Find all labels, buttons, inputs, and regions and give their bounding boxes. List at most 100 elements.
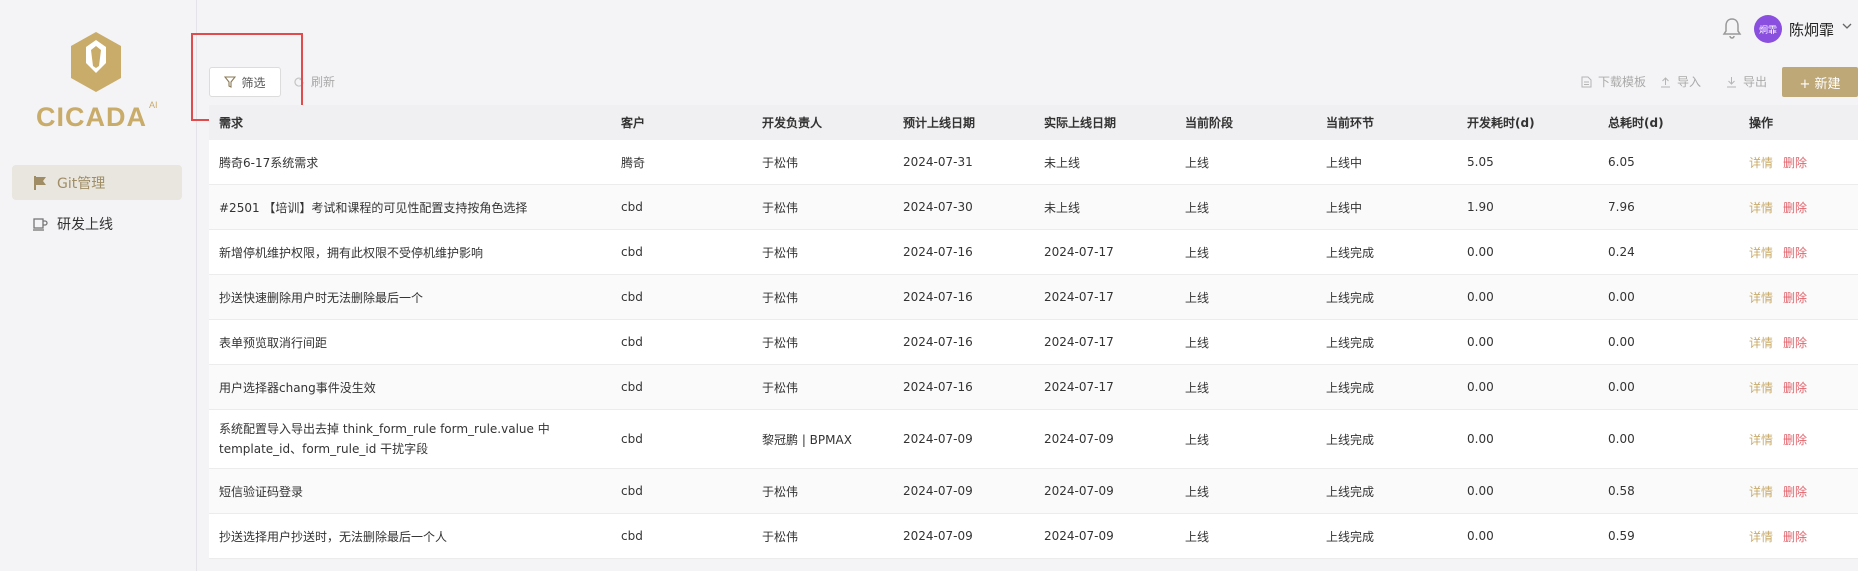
requirement-cell: 抄送快速删除用户时无法删除最后一个 — [219, 290, 424, 305]
column-header[interactable]: 开发负责人 — [752, 114, 893, 131]
table-row[interactable]: 腾奇6-17系统需求 腾奇 于松伟 2024-07-31 未上线 上线 上线中 5.05 6.0… — [209, 140, 1858, 185]
detail-link[interactable]: 详情 — [1749, 485, 1773, 499]
actions-cell: 详情 删除 — [1739, 528, 1839, 545]
dev-time-cell: 0.00 — [1467, 380, 1494, 394]
delete-link[interactable]: 删除 — [1783, 381, 1807, 395]
refresh-label: 刷新 — [311, 75, 336, 89]
column-header[interactable]: 总耗时(d) — [1598, 114, 1739, 131]
column-header: 操作 — [1749, 116, 1774, 130]
column-header[interactable]: 当前阶段 — [1175, 114, 1316, 131]
detail-link[interactable]: 详情 — [1749, 336, 1773, 350]
bell-icon[interactable] — [1722, 17, 1742, 39]
avatar[interactable]: 炯霏 — [1754, 15, 1782, 43]
cicada-logo: CICADA AI — [36, 30, 166, 132]
table-row[interactable]: #2501 【培训】考试和课程的可见性配置支持按角色选择 cbd 于松伟 2024-0… — [209, 185, 1858, 230]
client-cell: cbd — [621, 200, 643, 214]
actions-cell: 详情 删除 — [1739, 244, 1839, 261]
client-cell: cbd — [621, 335, 643, 349]
column-header[interactable]: 预计上线日期 — [893, 114, 1034, 131]
export-button[interactable]: 导出 — [1726, 73, 1767, 90]
actual-date-cell: 2024-07-17 — [1044, 380, 1114, 394]
stage-cell: 上线 — [1185, 432, 1210, 447]
detail-link[interactable]: 详情 — [1749, 530, 1773, 544]
stage-cell: 上线 — [1185, 200, 1210, 215]
planned-date-cell: 2024-07-09 — [903, 432, 973, 446]
detail-link[interactable]: 详情 — [1749, 156, 1773, 170]
column-header[interactable]: 实际上线日期 — [1034, 114, 1175, 131]
requirement-cell: #2501 【培训】考试和课程的可见性配置支持按角色选择 — [219, 200, 528, 215]
detail-link[interactable]: 详情 — [1749, 433, 1773, 447]
logo-ai-badge: AI — [149, 100, 158, 110]
stage-cell: 上线 — [1185, 155, 1210, 170]
delete-link[interactable]: 删除 — [1783, 530, 1807, 544]
detail-link[interactable]: 详情 — [1749, 246, 1773, 260]
planned-date-cell: 2024-07-16 — [903, 380, 973, 394]
column-header[interactable]: 客户 — [611, 114, 752, 131]
client-cell: cbd — [621, 380, 643, 394]
import-button[interactable]: 导入 — [1660, 73, 1701, 90]
sidebar-item-git[interactable]: Git管理 — [12, 165, 182, 200]
filter-icon — [224, 76, 237, 88]
column-header[interactable]: 需求 — [209, 114, 611, 131]
owner-cell: 于松伟 — [762, 200, 799, 215]
delete-link[interactable]: 删除 — [1783, 433, 1807, 447]
chevron-down-icon[interactable] — [1842, 21, 1852, 31]
sidebar-item-release[interactable]: 研发上线 — [12, 206, 182, 241]
cicada-shield-icon — [71, 32, 121, 92]
table-row[interactable]: 抄送选择用户抄送时，无法删除最后一个人 cbd 于松伟 2024-07-09 2024-… — [209, 514, 1858, 559]
upload-icon — [1660, 76, 1670, 87]
table-row[interactable]: 表单预览取消行间距 cbd 于松伟 2024-07-16 2024-07-17 上线 上线完… — [209, 320, 1858, 365]
new-button[interactable]: + 新建 — [1782, 67, 1858, 97]
cup-icon — [33, 217, 48, 231]
total-time-cell: 0.00 — [1608, 380, 1635, 394]
table-row[interactable]: 用户选择器chang事件没生效 cbd 于松伟 2024-07-16 2024-07-1… — [209, 365, 1858, 410]
dev-time-cell: 0.00 — [1467, 335, 1494, 349]
requirement-cell: 表单预览取消行间距 — [219, 335, 328, 350]
table-row[interactable]: 系统配置导入导出去掉 think_form_rule form_rule.val… — [209, 410, 1858, 469]
stage-cell: 上线 — [1185, 290, 1210, 305]
actions-cell: 详情 删除 — [1739, 334, 1839, 351]
detail-link[interactable]: 详情 — [1749, 201, 1773, 215]
step-cell: 上线完成 — [1326, 484, 1375, 499]
total-time-cell: 6.05 — [1608, 155, 1635, 169]
total-time-cell: 0.24 — [1608, 245, 1635, 259]
client-cell: 腾奇 — [621, 155, 646, 170]
delete-link[interactable]: 删除 — [1783, 246, 1807, 260]
top-bar: 炯霏 陈炯霏 — [197, 0, 1858, 55]
delete-link[interactable]: 删除 — [1783, 201, 1807, 215]
requirement-cell: 用户选择器chang事件没生效 — [219, 380, 376, 395]
download-template-button[interactable]: 下载模板 — [1581, 73, 1646, 90]
detail-link[interactable]: 详情 — [1749, 381, 1773, 395]
filter-button[interactable]: 筛选 — [209, 67, 281, 97]
table-row[interactable]: 新增停机维护权限，拥有此权限不受停机维护影响 cbd 于松伟 2024-07-16 20… — [209, 230, 1858, 275]
client-cell: cbd — [621, 290, 643, 304]
refresh-button[interactable]: 刷新 — [293, 73, 335, 90]
delete-link[interactable]: 删除 — [1783, 336, 1807, 350]
delete-link[interactable]: 删除 — [1783, 291, 1807, 305]
actual-date-cell: 未上线 — [1044, 155, 1081, 170]
actual-date-cell: 2024-07-17 — [1044, 290, 1114, 304]
user-name[interactable]: 陈炯霏 — [1789, 19, 1834, 40]
dev-time-cell: 0.00 — [1467, 529, 1494, 543]
detail-link[interactable]: 详情 — [1749, 291, 1773, 305]
stage-cell: 上线 — [1185, 380, 1210, 395]
owner-cell: 于松伟 — [762, 245, 799, 260]
sidebar-item-label: Git管理 — [57, 175, 106, 192]
refresh-icon — [294, 76, 304, 87]
table-header: 需求 客户 开发负责人 预计上线日期 实际上线日期 当前阶段 当前环节 开发耗时… — [209, 105, 1858, 140]
column-header[interactable]: 开发耗时(d) — [1457, 114, 1598, 131]
dev-time-cell: 1.90 — [1467, 200, 1494, 214]
column-header[interactable]: 当前环节 — [1316, 114, 1457, 131]
planned-date-cell: 2024-07-30 — [903, 200, 973, 214]
table-row[interactable]: 短信验证码登录 cbd 于松伟 2024-07-09 2024-07-09 上线 上线完成 0… — [209, 469, 1858, 514]
table-body: 腾奇6-17系统需求 腾奇 于松伟 2024-07-31 未上线 上线 上线中 5.05 6.0… — [209, 140, 1858, 559]
total-time-cell: 0.00 — [1608, 432, 1635, 446]
delete-link[interactable]: 删除 — [1783, 156, 1807, 170]
document-icon — [1581, 76, 1592, 87]
export-label: 导出 — [1742, 75, 1767, 89]
filter-label: 筛选 — [241, 75, 266, 90]
delete-link[interactable]: 删除 — [1783, 485, 1807, 499]
table-row[interactable]: 抄送快速删除用户时无法删除最后一个 cbd 于松伟 2024-07-16 2024-07… — [209, 275, 1858, 320]
requirement-cell: 短信验证码登录 — [219, 484, 304, 499]
actions-cell: 详情 删除 — [1739, 199, 1839, 216]
